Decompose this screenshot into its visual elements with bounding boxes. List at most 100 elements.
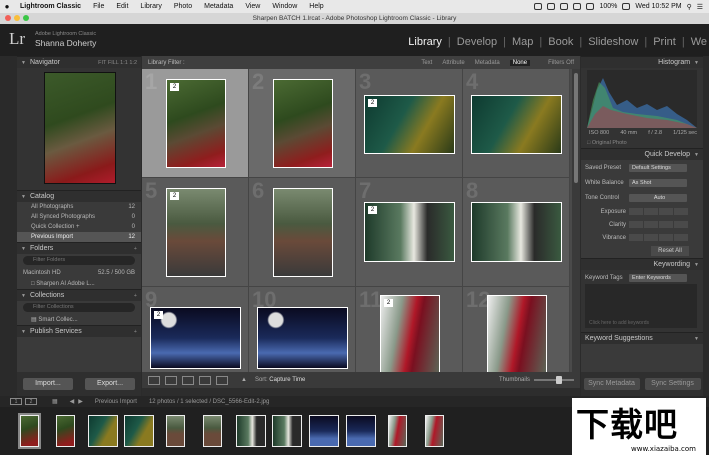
grid-cell[interactable]: 3 2 [356,69,463,178]
menu-metadata[interactable]: Metadata [198,3,239,10]
navigator-zoom-controls[interactable]: FIT FILL 1:1 1:2 [98,60,137,66]
saved-preset-select[interactable]: Default Settings [629,163,687,172]
quick-develop-header[interactable]: Quick Develop ▼ [581,148,703,160]
filmstrip-thumbnail[interactable] [124,415,154,447]
histogram-graph[interactable] [587,70,697,128]
filter-metadata-option[interactable]: Metadata [475,60,500,66]
secondary-window-1-button[interactable]: 1 [10,398,22,405]
catalog-item[interactable]: All Synced Photographs 0 [17,212,141,222]
step-button[interactable] [659,234,673,241]
catalog-header[interactable]: ▼ Catalog [17,190,141,202]
folders-header[interactable]: ▼ Folders + [17,242,141,254]
photo-thumbnail[interactable]: 2 [364,95,455,154]
grid-cell[interactable]: 5 2 [142,178,249,287]
step-button[interactable] [674,221,688,228]
grid-cell[interactable]: 12 [463,287,570,372]
catalog-item[interactable]: Quick Collection + 0 [17,222,141,232]
notification-center-icon[interactable]: ☰ [697,3,703,11]
filter-folders-input[interactable]: Filter Folders [23,256,135,265]
stack-count-badge[interactable]: 2 [368,99,377,107]
back-arrow-icon[interactable]: ◀ [70,398,75,405]
spotlight-icon[interactable]: ⚲ [687,3,692,11]
step-button[interactable] [644,208,658,215]
import-button[interactable]: Import... [23,378,73,390]
folder-row[interactable]: □ Sharpen AI Adobe L... [17,278,141,289]
grid-cell[interactable]: 7 2 [356,178,463,287]
photo-thumbnail[interactable]: 2 [380,295,440,372]
photo-thumbnail[interactable]: 2 [364,202,455,262]
filters-off-dropdown[interactable]: Filters Off [548,60,574,66]
photo-thumbnail[interactable] [273,79,333,168]
module-slideshow[interactable]: Slideshow [582,36,644,48]
histogram-header[interactable]: Histogram ▼ [581,56,703,68]
step-button[interactable] [674,234,688,241]
right-panel-edge[interactable] [703,56,709,396]
close-window-button[interactable] [5,15,11,21]
grid-cell[interactable]: 6 [249,178,356,287]
sync-settings-button[interactable]: Sync Settings [644,378,701,390]
catalog-item[interactable]: All Photographs 12 [17,202,141,212]
photo-thumbnail[interactable] [257,307,348,369]
grid-view-icon[interactable] [148,375,160,385]
module-book[interactable]: Book [542,36,579,48]
photo-thumbnail[interactable]: 2 [166,79,226,168]
module-print[interactable]: Print [647,36,682,48]
filmstrip-thumbnail[interactable] [56,415,75,447]
filter-text-option[interactable]: Text [421,60,432,66]
export-button[interactable]: Export... [85,378,135,390]
step-button[interactable] [644,221,658,228]
filmstrip-thumbnail[interactable] [166,415,185,447]
people-view-icon[interactable] [216,375,228,385]
photo-thumbnail[interactable] [273,188,333,277]
grid-cell[interactable]: 2 [249,69,356,178]
stack-count-badge[interactable]: 2 [154,311,163,319]
step-button[interactable] [659,208,673,215]
slider-handle[interactable] [556,376,562,384]
menu-edit[interactable]: Edit [110,3,134,10]
sort-control[interactable]: Sort: Capture Time [255,377,305,383]
grid-cell[interactable]: 8 [463,178,570,287]
filmstrip-thumbnail[interactable] [425,415,444,447]
reset-all-button[interactable]: Reset All [651,246,689,256]
menu-file[interactable]: File [87,3,110,10]
add-folder-icon[interactable]: + [134,246,137,252]
wifi-icon[interactable] [573,3,582,10]
add-collection-icon[interactable]: + [134,293,137,299]
status-icon[interactable] [547,3,556,10]
navigator-preview[interactable] [17,68,141,190]
module-develop[interactable]: Develop [451,36,503,48]
filter-attribute-option[interactable]: Attribute [442,60,464,66]
apple-menu-icon[interactable]: ● [0,2,14,11]
grid-cell[interactable]: 10 [249,287,356,372]
minimize-window-button[interactable] [14,15,20,21]
photo-thumbnail[interactable]: 2 [166,188,226,277]
keywording-header[interactable]: Keywording ▼ [581,258,703,270]
keyword-tags-select[interactable]: Enter Keywords [629,273,687,282]
module-web[interactable]: We [685,36,709,48]
stack-count-badge[interactable]: 2 [170,192,179,200]
grid-cell[interactable]: 11 2 [356,287,463,372]
filmstrip-thumbnail[interactable] [20,415,39,447]
publish-services-header[interactable]: ▼ Publish Services + [17,325,141,337]
forward-arrow-icon[interactable]: ▶ [78,398,83,405]
status-icon[interactable] [534,3,543,10]
photo-thumbnail[interactable]: 2 [150,307,241,369]
painter-icon[interactable]: ▲ [241,377,247,383]
grid-icon[interactable]: ▦ [52,398,58,405]
sync-metadata-button[interactable]: Sync Metadata [583,378,640,390]
catalog-item-selected[interactable]: Previous Import 12 [17,232,141,242]
stack-count-badge[interactable]: 2 [384,299,393,307]
step-button[interactable] [629,234,643,241]
menu-app[interactable]: Lightroom Classic [14,3,87,10]
step-button[interactable] [629,221,643,228]
menu-window[interactable]: Window [266,3,303,10]
filmstrip-status[interactable]: 12 photos / 1 selected / DSC_5566-Edit-2… [149,399,269,405]
left-panel-edge[interactable] [0,56,17,396]
filter-none-option[interactable]: None [509,59,531,66]
keyword-suggestions-header[interactable]: Keyword Suggestions ▼ [581,332,703,344]
zoom-window-button[interactable] [23,15,29,21]
grid-cell[interactable]: 4 [463,69,570,178]
menubar-clock[interactable]: Wed 10:52 PM [635,3,681,10]
filmstrip-source[interactable]: Previous Import [95,399,137,405]
volume-icon[interactable] [586,3,595,10]
